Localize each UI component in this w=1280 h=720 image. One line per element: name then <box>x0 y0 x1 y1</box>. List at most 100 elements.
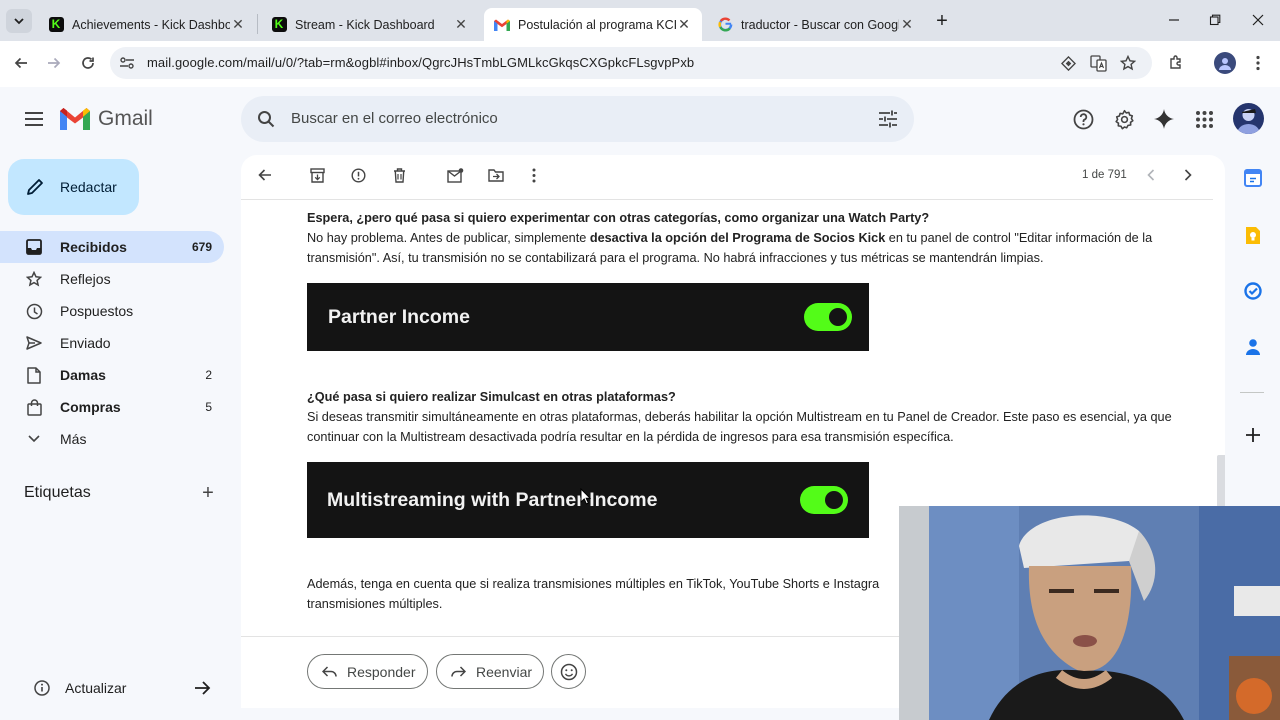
close-icon[interactable]: ✕ <box>230 16 246 33</box>
labels-heading: Etiquetas <box>24 484 91 501</box>
profile-avatar[interactable] <box>1214 52 1236 74</box>
update-banner[interactable]: Actualizar <box>34 680 126 696</box>
pagination-text: 1 de 791 <box>1082 169 1127 181</box>
tab-title: traductor - Buscar con Google <box>741 17 899 32</box>
arrow-left-icon <box>258 169 271 181</box>
account-avatar[interactable] <box>1233 103 1264 134</box>
search-options-icon[interactable] <box>877 108 899 130</box>
tab-postulacion[interactable]: Postulación al programa KCIP - ✕ <box>484 8 702 41</box>
send-icon <box>24 336 44 350</box>
tasks-icon <box>1244 282 1262 300</box>
nav-item-inbox[interactable]: Recibidos 679 <box>0 231 224 263</box>
update-arrow-button[interactable] <box>192 678 212 698</box>
contacts-app-button[interactable] <box>1243 337 1263 357</box>
tab-title: Achievements - Kick Dashboard <box>72 17 230 32</box>
minimize-icon <box>1169 19 1179 21</box>
calendar-app-button[interactable] <box>1243 168 1263 188</box>
nav-item-more[interactable]: Más <box>0 423 224 455</box>
calendar-icon <box>1244 169 1262 187</box>
chevron-down-icon <box>24 435 44 443</box>
close-icon[interactable]: ✕ <box>453 16 469 33</box>
older-button[interactable] <box>1179 165 1197 185</box>
nav-item-snoozed[interactable]: Pospuestos <box>0 295 224 327</box>
browser-menu-button[interactable] <box>1250 52 1266 74</box>
main-menu-button[interactable] <box>22 108 46 130</box>
help-button[interactable] <box>1071 107 1095 131</box>
sparkle-icon <box>1154 109 1174 129</box>
site-info-icon[interactable] <box>117 54 137 72</box>
more-vert-icon <box>532 168 536 182</box>
pencil-icon <box>27 179 43 195</box>
answer-simulcast: Si deseas transmitir simultáneamente en … <box>307 410 1172 444</box>
plus-icon <box>1246 428 1260 442</box>
lens-icon[interactable] <box>1059 54 1077 72</box>
close-icon[interactable]: ✕ <box>899 16 915 33</box>
settings-button[interactable] <box>1112 107 1136 131</box>
side-panel-divider <box>1240 392 1264 393</box>
nav-label: Damas <box>60 367 106 383</box>
url-text[interactable]: mail.google.com/mail/u/0/?tab=rm&ogbl#in… <box>147 55 694 70</box>
move-to-button[interactable] <box>485 164 507 186</box>
newer-button[interactable] <box>1142 165 1160 185</box>
reload-button[interactable] <box>77 52 99 74</box>
apps-button[interactable] <box>1192 107 1216 131</box>
mark-unread-button[interactable] <box>444 164 466 186</box>
toggle-switch <box>800 486 848 514</box>
gemini-button[interactable] <box>1152 107 1176 131</box>
nav-label: Más <box>60 431 87 447</box>
compose-button[interactable]: Redactar <box>8 159 139 215</box>
archive-button[interactable] <box>306 164 328 186</box>
tab-title: Postulación al programa KCIP - <box>518 17 676 32</box>
tasks-app-button[interactable] <box>1243 281 1263 301</box>
close-icon[interactable]: ✕ <box>676 16 692 33</box>
search-placeholder[interactable]: Buscar en el correo electrónico <box>291 110 498 127</box>
forward-button[interactable] <box>43 52 65 74</box>
nav-item-sent[interactable]: Enviado <box>0 327 224 359</box>
get-addons-button[interactable] <box>1243 425 1263 445</box>
nav-item-starred[interactable]: Reflejos <box>0 263 224 295</box>
nav-label: Pospuestos <box>60 303 134 319</box>
toolbar-divider <box>241 199 1213 200</box>
emoji-reaction-button[interactable] <box>551 654 586 689</box>
tab-traductor[interactable]: traductor - Buscar con Google ✕ <box>707 8 925 41</box>
keep-icon <box>1246 226 1260 244</box>
nav-item-damas[interactable]: Damas 2 <box>0 359 224 391</box>
mouse-cursor-icon <box>580 488 591 505</box>
folder-move-icon <box>488 169 504 182</box>
toggle-switch <box>804 303 852 331</box>
back-button[interactable] <box>10 52 32 74</box>
tab-search-button[interactable] <box>6 9 32 33</box>
gear-icon <box>1114 109 1134 129</box>
forward-button[interactable]: Reenviar <box>436 654 544 689</box>
alert-icon <box>350 167 366 183</box>
report-spam-button[interactable] <box>347 164 369 186</box>
restore-button[interactable] <box>1201 8 1229 32</box>
keep-app-button[interactable] <box>1243 225 1263 245</box>
new-tab-button[interactable]: + <box>930 10 954 32</box>
help-icon <box>1073 109 1093 129</box>
gmail-logo[interactable]: Gmail <box>60 107 153 131</box>
nav-item-compras[interactable]: Compras 5 <box>0 391 224 423</box>
forward-label: Reenviar <box>476 663 533 680</box>
add-label-button[interactable]: + <box>198 482 218 504</box>
avatar-icon <box>1219 58 1231 70</box>
info-icon <box>34 680 50 696</box>
update-label: Actualizar <box>65 680 127 696</box>
tab-achievements[interactable]: K Achievements - Kick Dashboard ✕ <box>38 8 256 41</box>
shopping-bag-icon <box>24 398 44 416</box>
minimize-button[interactable] <box>1160 8 1188 32</box>
search-icon[interactable] <box>255 108 277 130</box>
emoji-icon <box>560 663 577 680</box>
delete-button[interactable] <box>388 164 410 186</box>
translate-icon[interactable] <box>1088 54 1108 72</box>
banner-title: Multistreaming with Partner Income <box>327 488 658 511</box>
archive-icon <box>309 167 325 183</box>
close-window-button[interactable] <box>1244 8 1272 32</box>
back-to-inbox-button[interactable] <box>254 164 276 186</box>
extensions-icon[interactable] <box>1165 53 1187 73</box>
reply-button[interactable]: Responder <box>307 654 428 689</box>
bookmark-star-icon[interactable] <box>1119 54 1137 72</box>
chevron-left-icon <box>1147 169 1155 181</box>
more-actions-button[interactable] <box>523 164 545 186</box>
tab-stream[interactable]: K Stream - Kick Dashboard ✕ <box>261 8 479 41</box>
